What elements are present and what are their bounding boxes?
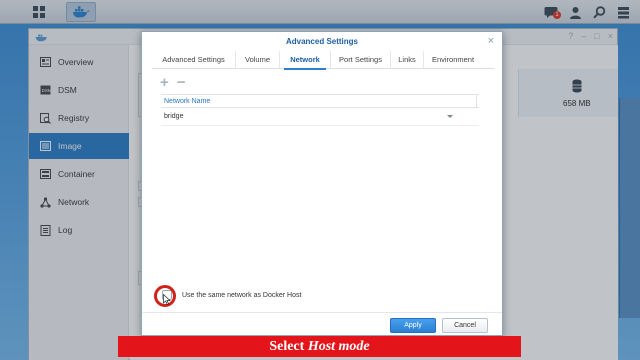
tab-links[interactable]: Links: [391, 51, 424, 69]
tab-environment[interactable]: Environment: [424, 51, 482, 69]
tab-advanced-settings[interactable]: Advanced Settings: [152, 51, 236, 69]
table-header: Network Name: [161, 94, 479, 108]
table-row[interactable]: bridge: [161, 108, 479, 126]
dialog-tabs: Advanced Settings Volume Network Port Se…: [152, 51, 494, 70]
close-icon[interactable]: ×: [488, 35, 494, 47]
tab-port-settings[interactable]: Port Settings: [331, 51, 391, 69]
tab-network[interactable]: Network: [280, 51, 331, 70]
caption-emphasis: Host mode: [307, 339, 370, 354]
caption-banner: Select Host mode: [118, 336, 521, 357]
dialog-footer: Apply Cancel: [142, 312, 502, 337]
dialog-title: Advanced Settings: [285, 37, 358, 46]
cancel-button[interactable]: Cancel: [442, 318, 488, 333]
mouse-cursor-icon: [163, 294, 171, 305]
apply-button[interactable]: Apply: [390, 318, 436, 333]
caption-prefix: Select: [269, 339, 308, 354]
host-network-option[interactable]: Use the same network as Docker Host: [156, 290, 301, 300]
network-table: Network Name bridge: [161, 94, 479, 126]
add-network-icon[interactable]: +: [160, 75, 169, 90]
advanced-settings-dialog: Advanced Settings × Advanced Settings Vo…: [141, 31, 503, 336]
host-network-label: Use the same network as Docker Host: [182, 291, 302, 299]
network-name-cell: bridge: [164, 113, 184, 120]
chevron-down-icon[interactable]: [447, 115, 453, 118]
remove-network-icon[interactable]: −: [177, 75, 186, 90]
network-toolbar: + −: [160, 75, 186, 90]
column-network-name: Network Name: [161, 95, 477, 107]
tab-volume[interactable]: Volume: [236, 51, 280, 69]
